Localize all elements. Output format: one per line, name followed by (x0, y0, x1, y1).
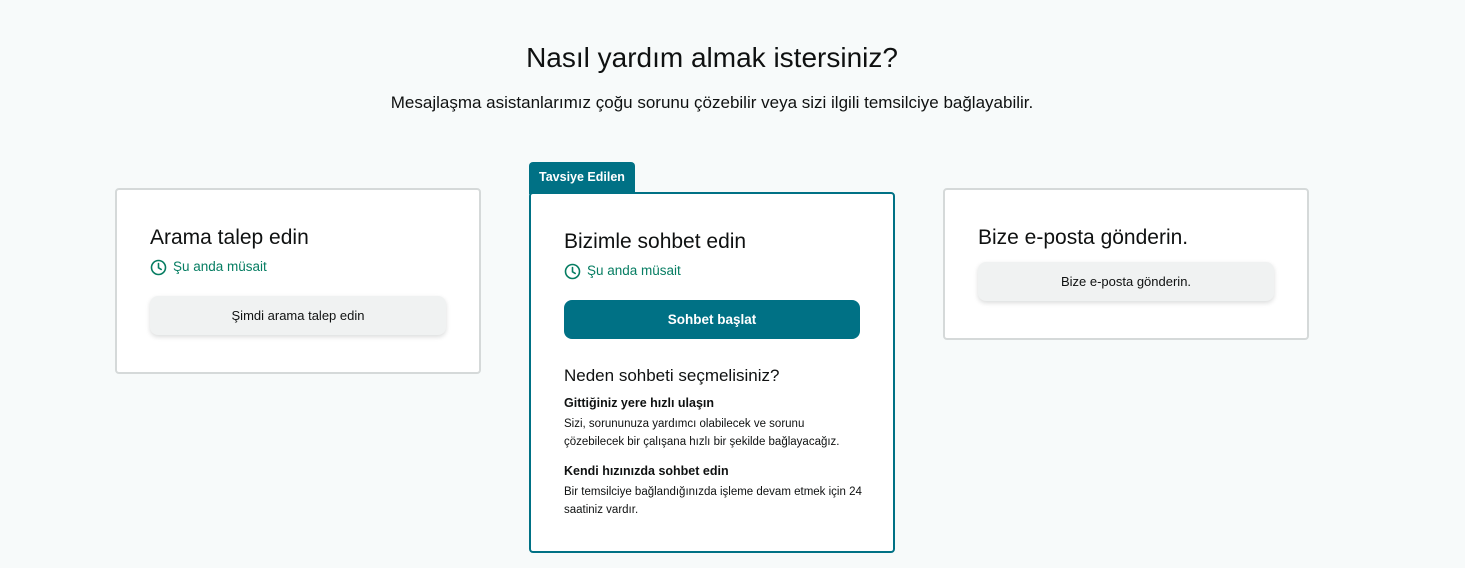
page-subtitle: Mesajlaşma asistanlarımız çoğu sorunu çö… (390, 93, 1034, 112)
request-call-button[interactable]: Şimdi arama talep edin (150, 296, 446, 335)
benefit-title: Kendi hızınızda sohbet edin (564, 464, 729, 478)
call-option-card: Arama talep edin Şu anda müsait Şimdi ar… (115, 188, 481, 374)
clock-icon (564, 263, 581, 279)
benefit-text: Sizi, sorununuza yardımcı olabilecek ve … (564, 418, 840, 448)
page-title: Nasıl yardım almak istersiniz? (526, 42, 898, 73)
why-chat-heading: Neden sohbeti seçmelisiniz? (564, 366, 780, 385)
benefit-text: Bir temsilciye bağlandığınızda işleme de… (564, 486, 862, 516)
benefit-title: Gittiğiniz yere hızlı ulaşın (564, 396, 715, 410)
recommended-badge: Tavsiye Edilen (529, 162, 635, 194)
call-status-text: Şu anda müsait (173, 259, 267, 274)
email-card-title: Bize e-posta gönderin. (978, 226, 1189, 249)
chat-card-title: Bizimle sohbet edin (564, 230, 747, 253)
email-option-card: Bize e-posta gönderin. Bize e-posta gönd… (943, 188, 1309, 340)
chat-status-text: Şu anda müsait (587, 263, 681, 278)
start-chat-button[interactable]: Sohbet başlat (564, 300, 860, 339)
clock-icon (150, 259, 167, 275)
chat-availability-status: Şu anda müsait (564, 262, 681, 280)
call-card-title: Arama talep edin (150, 226, 309, 249)
call-availability-status: Şu anda müsait (150, 258, 267, 276)
chat-option-card: Bizimle sohbet edin Şu anda müsait Sohbe… (529, 192, 895, 553)
send-email-button[interactable]: Bize e-posta gönderin. (978, 262, 1274, 301)
